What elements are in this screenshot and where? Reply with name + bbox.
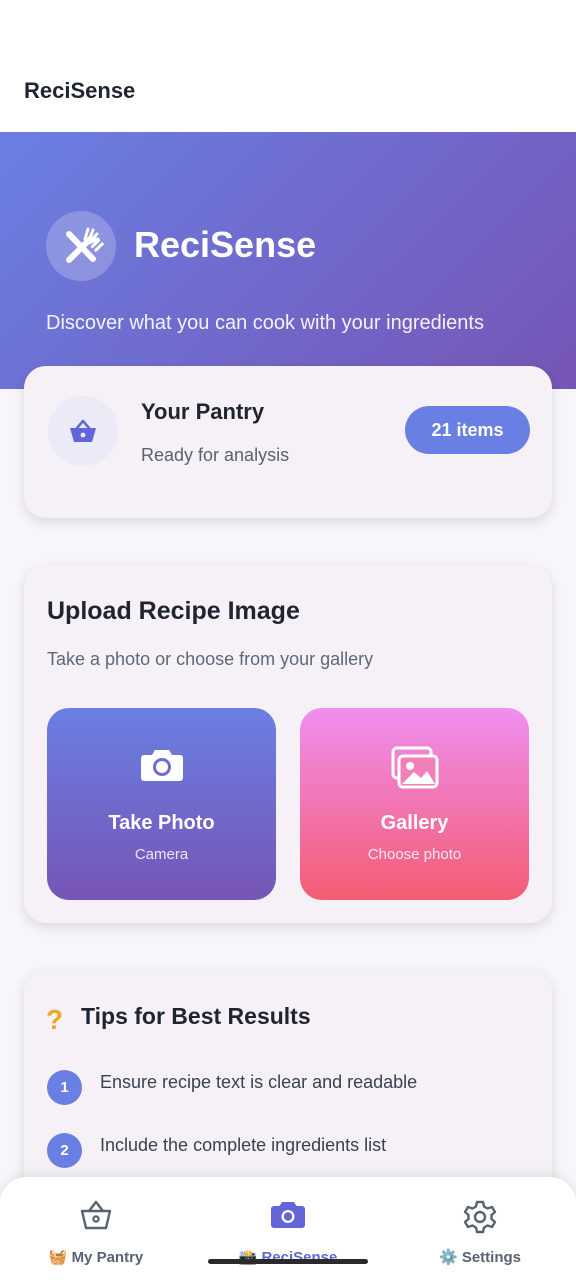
tip-item: 2 Include the complete ingredients list [47,1133,527,1169]
basket-icon [48,396,118,466]
gear-icon [384,1199,576,1235]
upload-subtitle: Take a photo or choose from your gallery [47,649,374,669]
tip-item: 1 Ensure recipe text is clear and readab… [47,1070,527,1106]
question-mark-icon: ? [46,1004,64,1035]
upload-title: Upload Recipe Image [47,597,300,625]
hero-title: ReciSense [134,224,317,265]
tip-text: Include the complete ingredients list [100,1135,387,1155]
hero-subtitle: Discover what you can cook with your ing… [46,312,484,334]
take-photo-label: Take Photo [108,812,215,834]
pantry-card[interactable]: Your Pantry Ready for analysis 21 items [24,366,552,518]
tip-number: 1 [47,1070,82,1105]
nav-my-pantry-label: 🧺 My Pantry [48,1249,144,1266]
gallery-button[interactable]: Gallery Choose photo [300,708,529,900]
nav-recisense[interactable]: 📸 ReciSense [192,1177,384,1280]
pantry-title: Your Pantry [141,399,265,424]
home-indicator[interactable] [208,1259,368,1264]
upload-card: Upload Recipe Image Take a photo or choo… [24,565,552,923]
camera-icon [47,746,276,786]
nav-settings-label: ⚙️ Settings [438,1249,522,1266]
pantry-items-badge[interactable]: 21 items [405,406,530,454]
tips-card: ? Tips for Best Results 1 Ensure recipe … [24,970,552,1200]
fork-knife-icon [46,211,116,281]
nav-settings[interactable]: ⚙️ Settings [384,1177,576,1280]
basket-icon [0,1199,192,1235]
gallery-icon [300,746,529,789]
pantry-status: Ready for analysis [141,445,290,465]
app-bar: ReciSense [0,0,576,132]
nav-my-pantry[interactable]: 🧺 My Pantry [0,1177,192,1280]
app-bar-title: ReciSense [24,78,136,103]
tips-title: Tips for Best Results [81,1003,311,1029]
take-photo-button[interactable]: Take Photo Camera [47,708,276,900]
hero-banner: ReciSense Discover what you can cook wit… [0,132,576,389]
gallery-label: Gallery [380,812,449,834]
camera-icon [192,1199,384,1235]
take-photo-sub: Camera [134,846,189,863]
tip-text: Ensure recipe text is clear and readable [100,1072,418,1092]
gallery-sub: Choose photo [367,846,462,863]
tip-number: 2 [47,1133,82,1168]
bottom-nav: 🧺 My Pantry 📸 ReciSense ⚙️ Settings [0,1177,576,1280]
